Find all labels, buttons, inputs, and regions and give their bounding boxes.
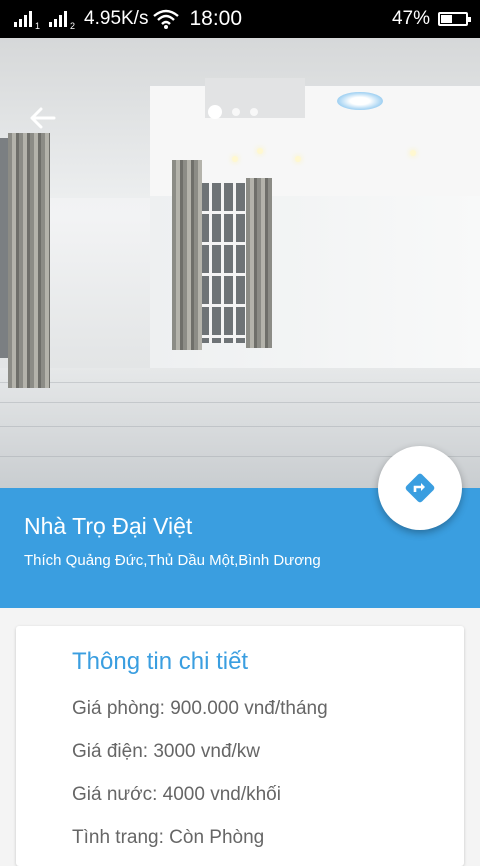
detail-card: Thông tin chi tiết Giá phòng: 900.000 vn… — [16, 626, 464, 866]
electricity-price: Giá điện: 3000 vnđ/kw — [72, 741, 261, 762]
curtain-right — [246, 178, 272, 348]
room-price: Giá phòng: 900.000 vnđ/tháng — [72, 698, 328, 719]
directions-button[interactable] — [378, 446, 462, 530]
sim-indicator: 2 — [70, 21, 76, 31]
clock: 18:00 — [189, 7, 243, 30]
pager-dot[interactable] — [250, 108, 258, 116]
battery-level — [441, 15, 453, 23]
network-speed: 4.95K/s — [84, 8, 149, 29]
water-price: Giá nước: 4000 vnd/khối — [72, 784, 281, 805]
arrow-left-icon — [30, 107, 56, 129]
ceiling-light — [337, 92, 383, 110]
pager-dot[interactable] — [232, 108, 240, 116]
downlight — [295, 156, 301, 162]
image-pager-dots — [208, 105, 258, 119]
downlight — [257, 148, 263, 154]
listing-address: Thích Quảng Đức,Thủ Dầu Một,Bình Dương — [24, 552, 321, 569]
downlight — [410, 150, 416, 156]
detail-heading: Thông tin chi tiết — [72, 648, 249, 675]
wifi-icon — [153, 9, 180, 29]
downlight — [232, 156, 238, 162]
status-bar: 1 2 4.95K/s 18:00 47% — [0, 0, 480, 38]
directions-icon — [405, 473, 435, 503]
back-button[interactable] — [22, 98, 62, 138]
curtain-left — [172, 160, 202, 350]
window — [200, 183, 252, 343]
battery-percent: 47% — [391, 8, 430, 29]
room-status: Tình trang: Còn Phòng — [72, 827, 265, 848]
battery-icon — [438, 12, 471, 26]
listing-title: Nhà Trọ Đại Việt — [24, 513, 193, 539]
signal-icon — [14, 11, 32, 27]
left-curtain — [8, 133, 50, 388]
room-photo[interactable] — [0, 38, 480, 488]
sim-indicator: 1 — [35, 21, 41, 31]
signal-icon — [49, 11, 68, 27]
pager-dot[interactable] — [208, 105, 222, 119]
